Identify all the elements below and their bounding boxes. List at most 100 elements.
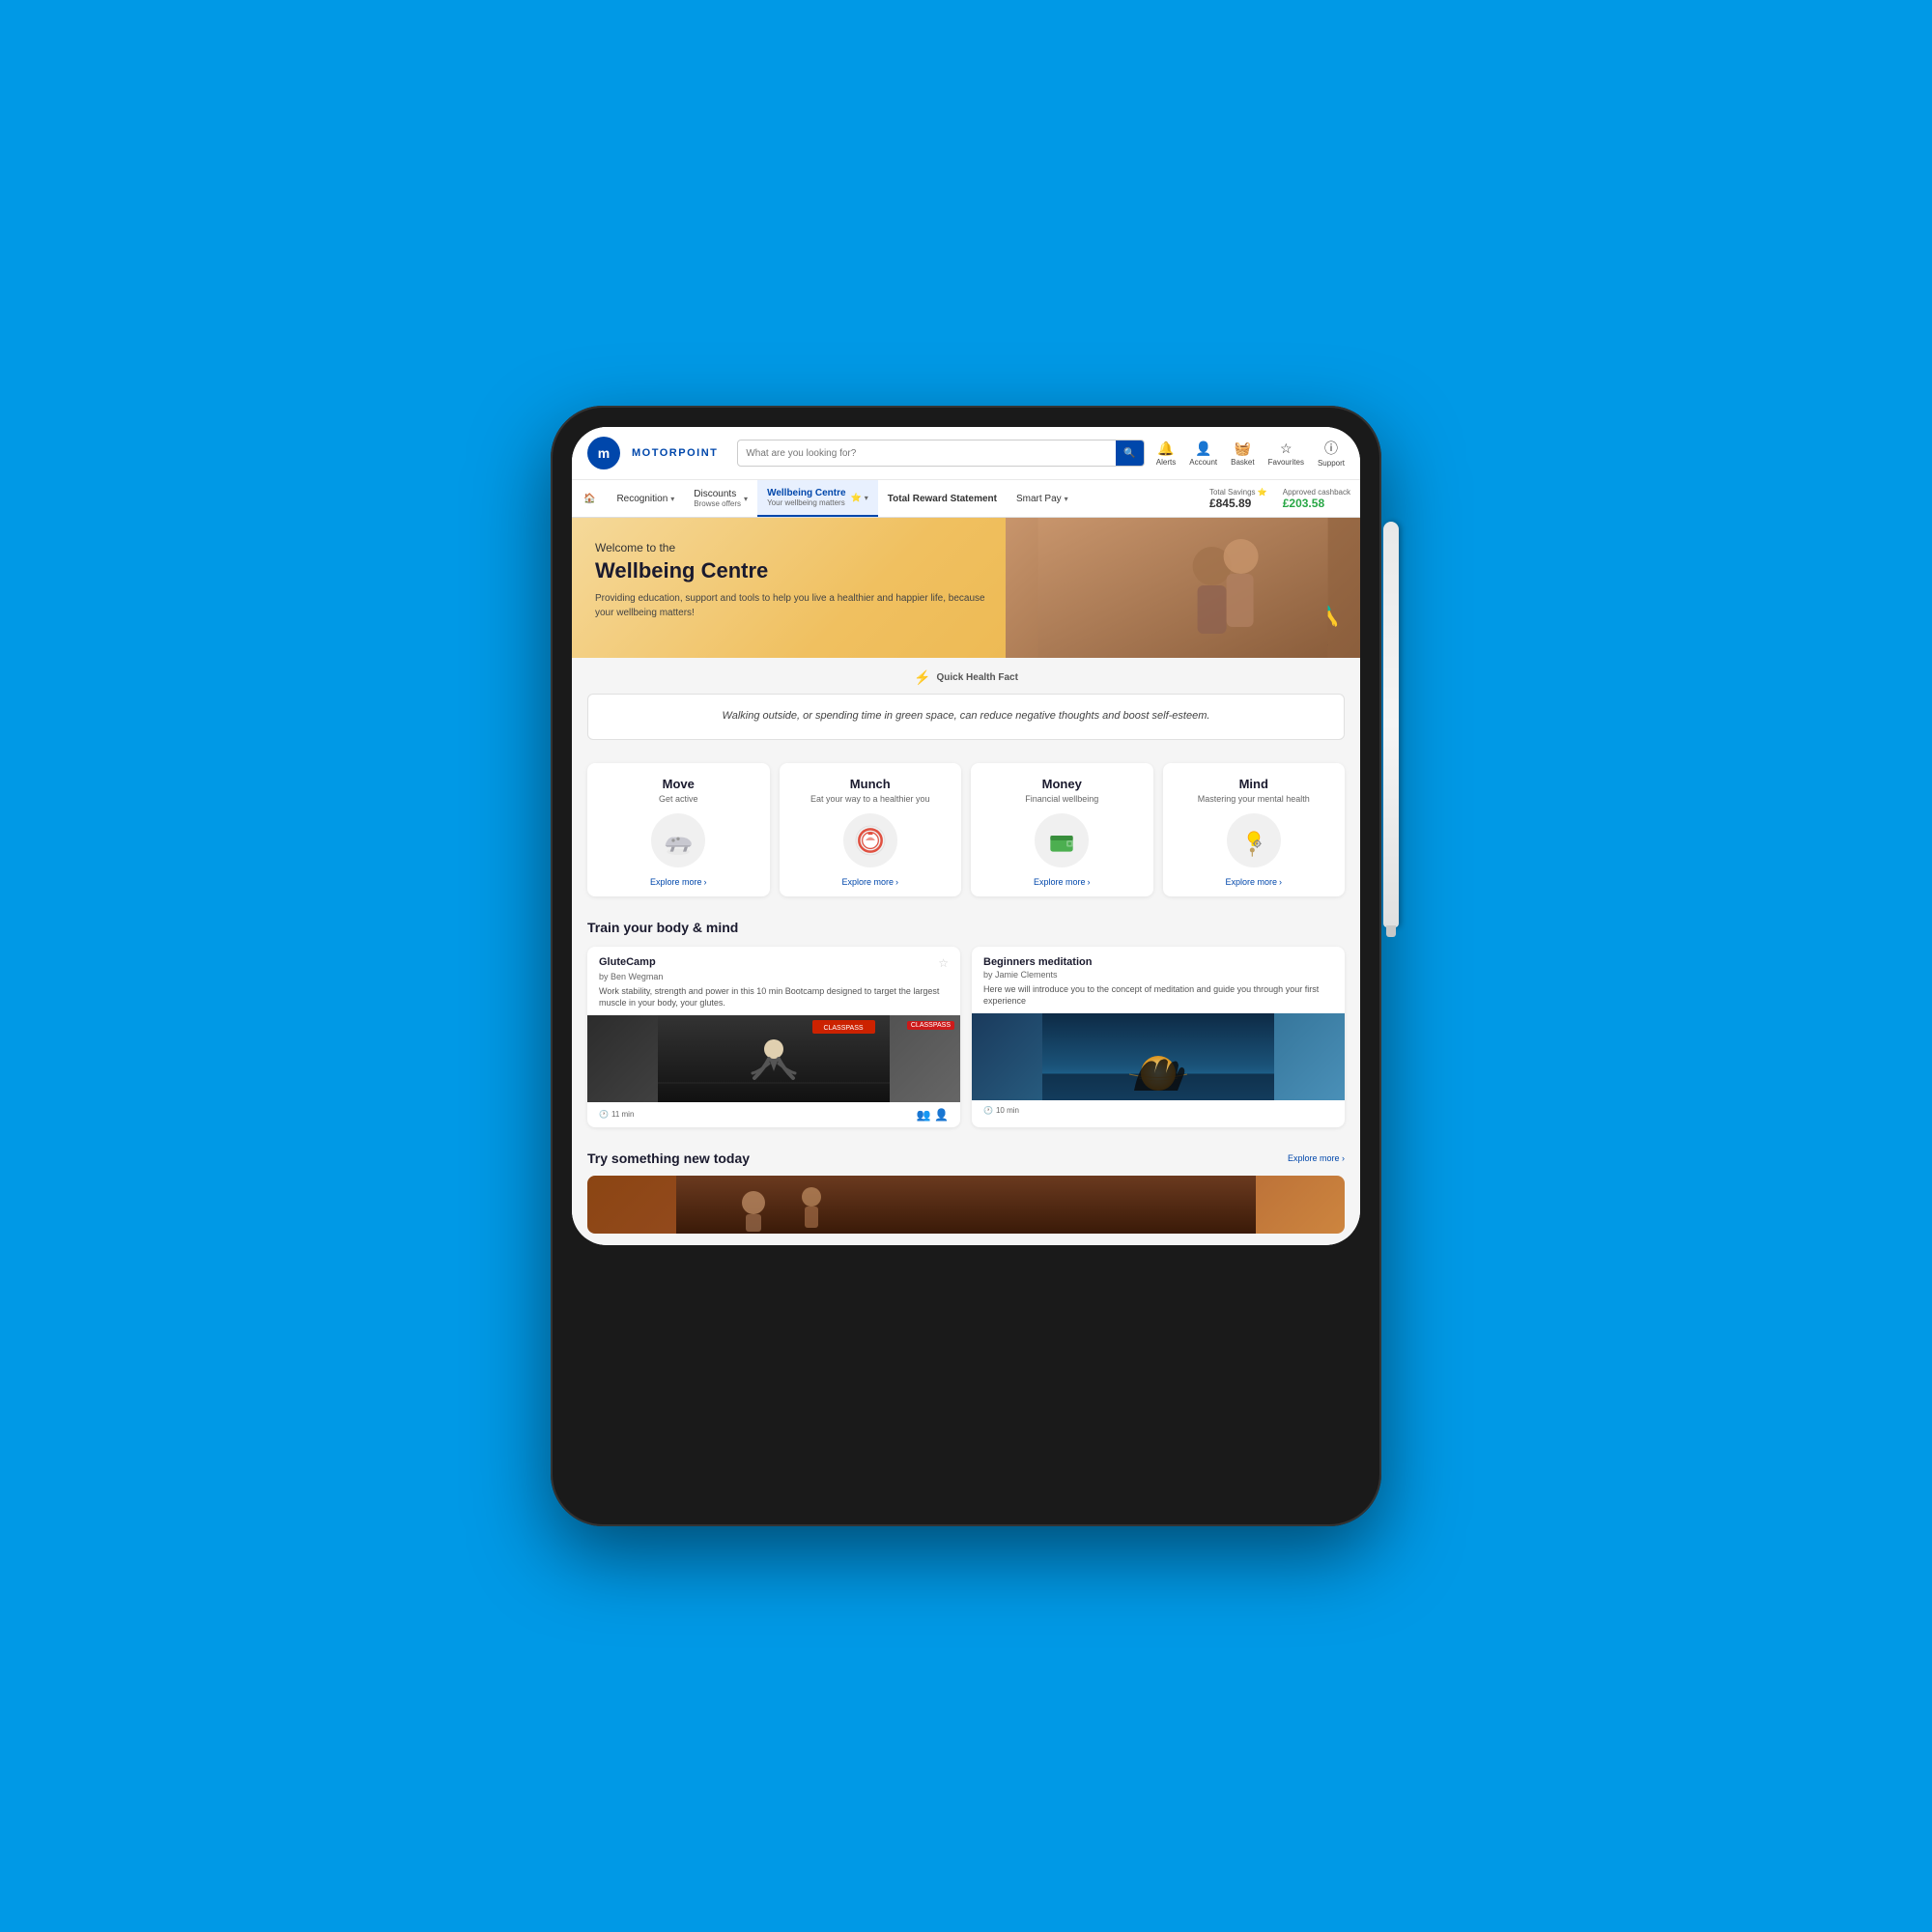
glute-favourite-star-icon[interactable]: ☆ xyxy=(938,956,949,970)
support-label: Support xyxy=(1318,459,1345,468)
health-fact-lightning-icon: ⚡ xyxy=(914,669,930,686)
health-fact-text: Walking outside, or spending time in gre… xyxy=(608,708,1324,725)
hero-banner: Welcome to the Wellbeing Centre Providin… xyxy=(572,518,1360,658)
nav-home[interactable]: 🏠 xyxy=(572,480,607,517)
second-navigation: 🏠 Recognition ▾ Discounts Browse offers … xyxy=(572,480,1360,518)
health-fact-header: ⚡ Quick Health Fact xyxy=(914,669,1018,686)
nav-total-reward[interactable]: Total Reward Statement xyxy=(878,480,1007,517)
meditation-author: by Jamie Clements xyxy=(983,970,1333,980)
wellbeing-label: Wellbeing Centre xyxy=(767,488,846,498)
support-icon: ⓘ xyxy=(1324,439,1338,458)
clock-icon-2: 🕐 xyxy=(983,1106,993,1115)
health-fact-title: Quick Health Fact xyxy=(936,672,1017,683)
tablet-device: m MOTORPOINT 🔍 🔔 Alerts 👤 Account 🧺 Bask xyxy=(551,406,1381,1526)
glute-desc: Work stability, strength and power in th… xyxy=(599,985,949,1009)
training-card-meditation[interactable]: Beginners meditation by Jamie Clements H… xyxy=(972,947,1345,1127)
training-section: Train your body & mind GluteCamp ☆ by Be… xyxy=(572,908,1360,1139)
favourites-label: Favourites xyxy=(1268,458,1304,467)
favourites-icon-item[interactable]: ☆ Favourites xyxy=(1268,440,1304,467)
apple-pencil xyxy=(1383,522,1399,927)
munch-icon xyxy=(843,813,897,867)
search-input[interactable] xyxy=(738,448,1116,459)
smart-pay-label: Smart Pay xyxy=(1016,494,1062,504)
money-title: Money xyxy=(1042,777,1082,791)
discounts-dropdown-icon: ▾ xyxy=(744,495,748,503)
try-new-section: Try something new today Explore more › xyxy=(572,1139,1360,1245)
mind-subtitle: Mastering your mental health xyxy=(1198,794,1310,804)
support-icon-item[interactable]: ⓘ Support xyxy=(1318,439,1345,468)
basket-icon: 🧺 xyxy=(1235,440,1251,457)
glute-title: GluteCamp xyxy=(599,956,656,968)
categories-grid: Move Get active xyxy=(587,763,1345,896)
try-title: Try something new today xyxy=(587,1151,750,1166)
health-fact-box: Walking outside, or spending time in gre… xyxy=(587,694,1345,740)
glute-footer: 🕐 11 min 👥 👤 xyxy=(587,1102,960,1127)
hero-welcome: Welcome to the xyxy=(595,541,1003,554)
hero-subtitle: Providing education, support and tools t… xyxy=(595,591,1003,620)
money-subtitle: Financial wellbeing xyxy=(1025,794,1098,804)
training-grid: GluteCamp ☆ by Ben Wegman Work stability… xyxy=(587,947,1345,1127)
basket-icon-item[interactable]: 🧺 Basket xyxy=(1231,440,1254,467)
category-mind[interactable]: Mind Mastering your mental health xyxy=(1163,763,1346,896)
wellbeing-dropdown-icon: ▾ xyxy=(865,494,868,502)
savings-block: Total Savings ⭐ £845.89 Approved cashbac… xyxy=(1200,480,1360,517)
try-header: Try something new today Explore more › xyxy=(587,1151,1345,1166)
basket-label: Basket xyxy=(1231,458,1254,467)
try-preview-image xyxy=(587,1176,1345,1234)
training-card-glute[interactable]: GluteCamp ☆ by Ben Wegman Work stability… xyxy=(587,947,960,1127)
move-title: Move xyxy=(663,777,695,791)
home-icon: 🏠 xyxy=(583,494,595,504)
search-button[interactable]: 🔍 xyxy=(1116,440,1143,466)
account-icon-item[interactable]: 👤 Account xyxy=(1189,440,1217,467)
meditation-title-row: Beginners meditation xyxy=(983,956,1333,968)
approved-cashback-value: £203.58 xyxy=(1283,497,1350,510)
money-explore[interactable]: Explore more › xyxy=(1034,877,1091,887)
move-icon xyxy=(651,813,705,867)
mind-icon xyxy=(1227,813,1281,867)
meditation-card-header: Beginners meditation by Jamie Clements H… xyxy=(972,947,1345,1013)
star-icon: ☆ xyxy=(1280,440,1293,457)
tablet-screen: m MOTORPOINT 🔍 🔔 Alerts 👤 Account 🧺 Bask xyxy=(572,427,1360,1245)
svg-text:CLASSPASS: CLASSPASS xyxy=(823,1025,863,1032)
mind-explore[interactable]: Explore more › xyxy=(1225,877,1282,887)
glute-author: by Ben Wegman xyxy=(599,972,949,981)
meditation-desc: Here we will introduce you to the concep… xyxy=(983,983,1333,1008)
smart-pay-dropdown-icon: ▾ xyxy=(1065,495,1068,503)
nav-discounts[interactable]: Discounts Browse offers ▾ xyxy=(684,480,757,517)
nav-wellbeing[interactable]: Wellbeing Centre Your wellbeing matters … xyxy=(757,480,878,517)
meditation-duration: 🕐 10 min xyxy=(983,1106,1019,1115)
total-savings-value: £845.89 xyxy=(1209,497,1267,510)
hero-title: Wellbeing Centre xyxy=(595,558,1003,583)
try-explore-link[interactable]: Explore more › xyxy=(1288,1153,1345,1163)
search-bar[interactable]: 🔍 xyxy=(737,440,1144,467)
hero-people-image xyxy=(1006,518,1360,658)
recognition-dropdown-icon: ▾ xyxy=(670,495,674,503)
alerts-icon-item[interactable]: 🔔 Alerts xyxy=(1156,440,1176,467)
person-icon: 👤 xyxy=(1195,440,1211,457)
glute-duration: 🕐 11 min xyxy=(599,1110,634,1119)
nav-smart-pay[interactable]: Smart Pay ▾ xyxy=(1007,480,1078,517)
meditation-image xyxy=(972,1013,1345,1100)
account-label: Account xyxy=(1189,458,1217,467)
glute-image: CLASSPASS xyxy=(587,1015,960,1102)
total-reward-label: Total Reward Statement xyxy=(888,494,997,504)
move-subtitle: Get active xyxy=(659,794,698,804)
approved-cashback-item: Approved cashback £203.58 xyxy=(1283,488,1350,510)
brand-logo[interactable]: m xyxy=(587,437,620,469)
munch-title: Munch xyxy=(850,777,891,791)
nav-recognition[interactable]: Recognition ▾ xyxy=(607,480,684,517)
total-savings-label: Total Savings ⭐ xyxy=(1209,488,1267,497)
meditation-title: Beginners meditation xyxy=(983,956,1092,968)
discounts-sublabel: Browse offers xyxy=(694,499,741,508)
health-fact-section: ⚡ Quick Health Fact Walking outside, or … xyxy=(572,658,1360,752)
category-move[interactable]: Move Get active xyxy=(587,763,770,896)
munch-explore[interactable]: Explore more › xyxy=(841,877,898,887)
category-munch[interactable]: Munch Eat your way to a healthier you xyxy=(780,763,962,896)
hero-image xyxy=(1006,518,1360,658)
recognition-label: Recognition xyxy=(616,494,668,504)
move-explore[interactable]: Explore more › xyxy=(650,877,707,887)
glute-title-row: GluteCamp ☆ xyxy=(599,956,949,970)
category-money[interactable]: Money Financial wellbeing Exp xyxy=(971,763,1153,896)
nav-icons: 🔔 Alerts 👤 Account 🧺 Basket ☆ Favourites… xyxy=(1156,439,1345,468)
brand-name: MOTORPOINT xyxy=(632,447,718,459)
